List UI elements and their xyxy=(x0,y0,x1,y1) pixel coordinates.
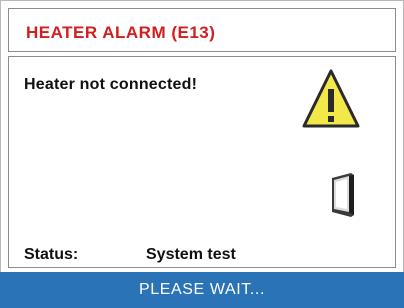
status-value: System test xyxy=(146,246,236,263)
alarm-message: Heater not connected! xyxy=(24,76,198,93)
status-label: Status: xyxy=(24,246,79,263)
heater-device-icon xyxy=(332,173,354,217)
warning-triangle-icon xyxy=(302,69,360,128)
alarm-title: HEATER ALARM (E13) xyxy=(26,23,216,42)
alarm-screen: HEATER ALARM (E13) Heater not connected!… xyxy=(0,0,404,308)
please-wait-text: PLEASE WAIT... xyxy=(138,281,266,298)
status-footer-bar: PLEASE WAIT... xyxy=(0,272,404,308)
